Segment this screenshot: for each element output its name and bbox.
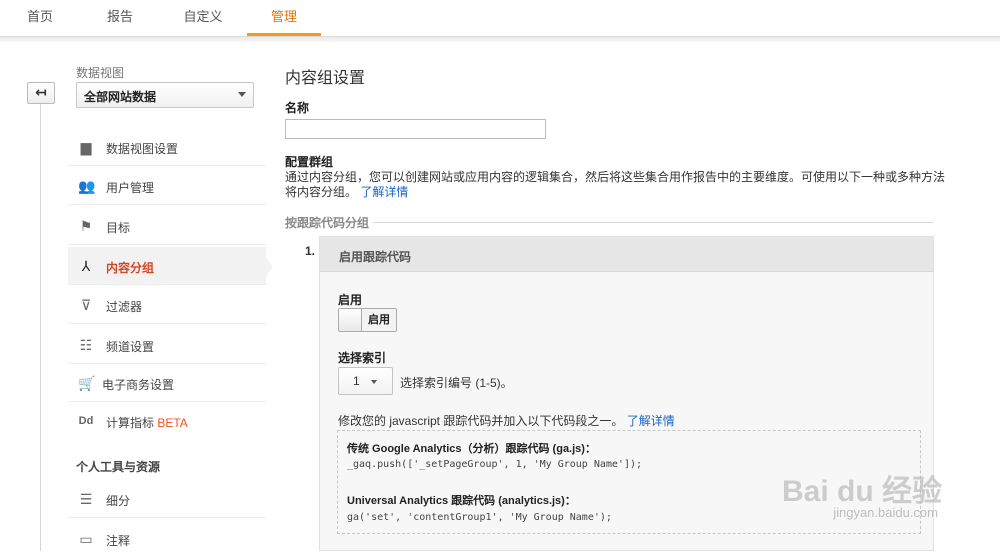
sidebar-item-segments[interactable]: ☰ 细分 <box>68 480 266 518</box>
tab-admin[interactable]: 管理 <box>247 0 321 36</box>
enable-label: 启用 <box>338 293 363 307</box>
toggle-knob <box>339 309 362 331</box>
sidebar-item-label: 电子商务设置 <box>102 378 175 392</box>
panel-title: 启用跟踪代码 <box>339 250 412 264</box>
sidebar-item-ecommerce[interactable]: 🛒 电子商务设置 <box>68 364 266 402</box>
section-title-personal-tools: 个人工具与资源 <box>76 460 161 474</box>
document-icon: ▆ <box>80 139 92 155</box>
index-select[interactable]: 1 <box>338 367 393 395</box>
calculated-metrics-icon: Dd <box>78 415 94 427</box>
index-select-value: 1 <box>353 374 360 388</box>
learn-more-link-2[interactable]: 了解详情 <box>627 414 675 428</box>
sidebar-item-user-management[interactable]: 👥 用户管理 <box>68 167 266 205</box>
analytics-js-title: Universal Analytics 跟踪代码 (analytics.js)： <box>347 495 576 507</box>
group-by-tracking-code-header: 按跟踪代码分组 <box>285 216 370 230</box>
baidu-watermark-logo: Bai du 经验 <box>781 475 942 508</box>
sidebar-item-calculated-metrics[interactable]: Dd 计算指标 BETA <box>68 402 266 440</box>
channel-icon: ☷ <box>79 337 93 353</box>
page-title: 内容组设置 <box>285 70 366 87</box>
tab-reports[interactable]: 报告 <box>98 0 142 36</box>
flag-icon: ⚑ <box>79 218 93 234</box>
toggle-on-text: 启用 <box>362 309 396 331</box>
name-label: 名称 <box>285 101 310 115</box>
learn-more-link[interactable]: 了解详情 <box>360 185 408 199</box>
analytics-js-code[interactable]: ga('set', 'contentGroup1', 'My Group Nam… <box>347 512 612 523</box>
sidebar-item-label: 目标 <box>106 221 131 235</box>
config-group-label: 配置群组 <box>285 155 334 169</box>
top-nav: 首页 报告 自定义 管理 <box>0 0 1000 37</box>
enable-toggle[interactable]: 启用 <box>338 308 397 332</box>
beta-badge: BETA <box>157 416 188 430</box>
sidebar-item-label: 频道设置 <box>106 340 155 354</box>
sidebar-item-label: 细分 <box>106 494 131 508</box>
annotation-icon: ▭ <box>79 531 93 547</box>
panel-header: 启用跟踪代码 <box>320 237 933 272</box>
tab-home[interactable]: 首页 <box>18 0 62 36</box>
active-pointer <box>266 258 273 276</box>
content-group-icon: ⅄ <box>81 258 91 274</box>
index-label: 选择索引 <box>338 351 387 365</box>
ga-js-title: 传统 Google Analytics（分析）跟踪代码 (ga.js)： <box>347 443 596 455</box>
sidebar-item-filters[interactable]: ⊽ 过滤器 <box>68 286 266 324</box>
name-input[interactable] <box>285 119 546 139</box>
modify-instructions: 修改您的 javascript 跟踪代码并加入以下代码段之一。 了解详情 <box>338 412 675 429</box>
step-number: 1. <box>305 244 316 258</box>
back-arrow-icon[interactable]: ↤ <box>27 82 55 104</box>
sidebar-item-label: 过滤器 <box>106 300 143 314</box>
modify-text: 修改您的 javascript 跟踪代码并加入以下代码段之一。 <box>338 414 624 428</box>
chevron-down-icon <box>238 92 246 97</box>
sidebar-item-label: 内容分组 <box>106 261 155 275</box>
sidebar-item-label-wrap: 计算指标 BETA <box>106 414 188 431</box>
view-select[interactable]: 全部网站数据 <box>76 82 254 108</box>
segments-icon: ☰ <box>79 491 93 507</box>
sidebar-item-view-settings[interactable]: ▆ 数据视图设置 <box>68 128 266 166</box>
sidebar-item-goals[interactable]: ⚑ 目标 <box>68 207 266 245</box>
sidebar-timeline <box>40 104 41 551</box>
tab-customize[interactable]: 自定义 <box>176 0 230 36</box>
sidebar-item-content-grouping[interactable]: ⅄ 内容分组 <box>68 247 266 285</box>
filter-icon: ⊽ <box>80 297 92 313</box>
sidebar-item-label: 注释 <box>106 534 131 548</box>
index-hint: 选择索引编号 (1-5)。 <box>400 376 513 390</box>
view-label: 数据视图 <box>76 66 125 80</box>
sidebar-item-annotations[interactable]: ▭ 注释 <box>68 520 266 558</box>
view-select-value: 全部网站数据 <box>84 90 157 104</box>
ga-js-code[interactable]: _gaq.push(['_setPageGroup', 1, 'My Group… <box>347 459 642 470</box>
sidebar-item-label: 计算指标 <box>106 416 155 430</box>
config-description: 通过内容分组，您可以创建网站或应用内容的逻辑集合，然后将这些集合用作报告中的主要… <box>285 170 945 200</box>
chevron-down-icon <box>371 380 377 384</box>
sidebar-item-channel-settings[interactable]: ☷ 频道设置 <box>68 326 266 364</box>
sidebar-item-label: 用户管理 <box>106 181 155 195</box>
users-icon: 👥 <box>78 178 96 194</box>
sidebar-item-label: 数据视图设置 <box>106 142 179 156</box>
baidu-watermark-url: jingyan.baidu.com <box>833 505 938 520</box>
divider <box>373 222 933 223</box>
cart-icon: 🛒 <box>78 375 96 391</box>
